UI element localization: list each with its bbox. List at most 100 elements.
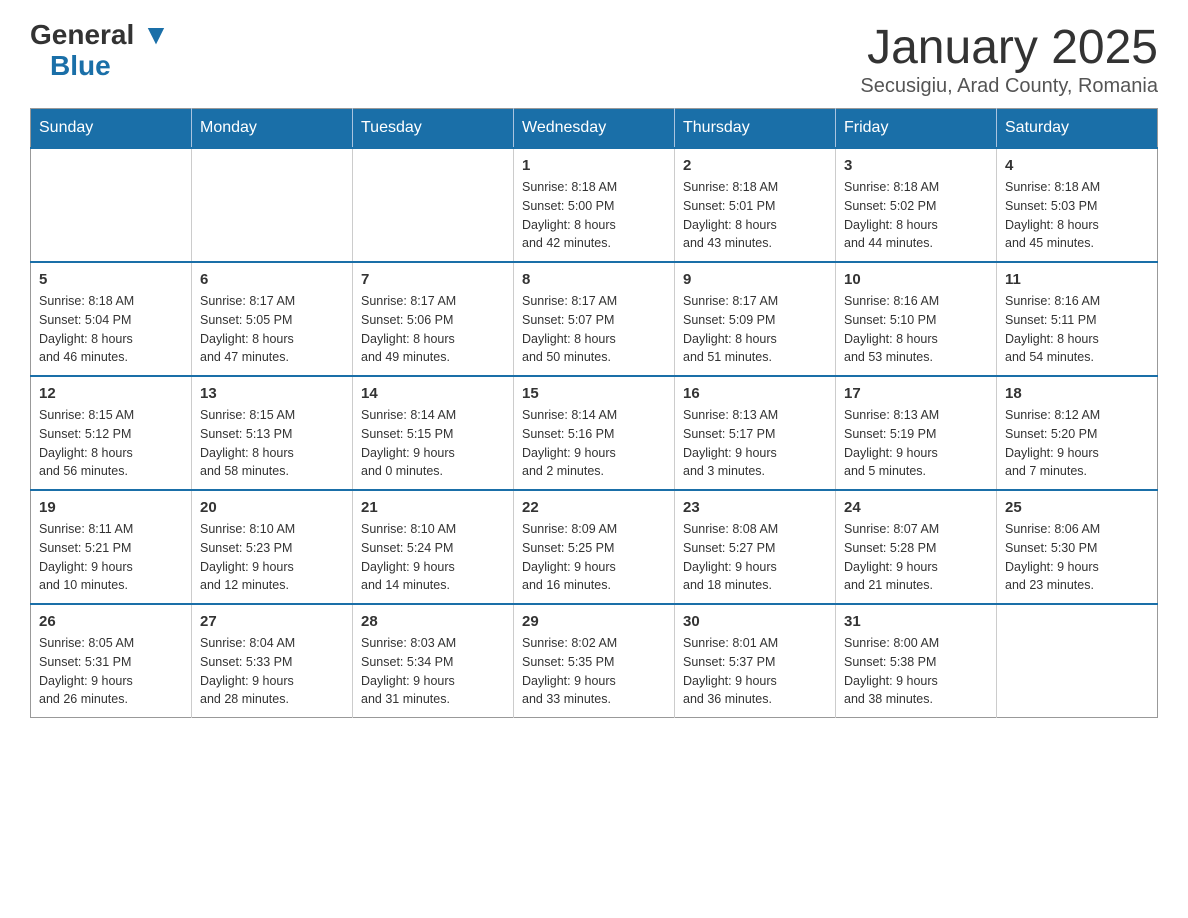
day-info: Sunrise: 8:14 AMSunset: 5:16 PMDaylight:… (522, 406, 666, 481)
cell-w1-d1 (192, 148, 353, 262)
day-number: 28 (361, 613, 505, 630)
day-number: 21 (361, 499, 505, 516)
day-info: Sunrise: 8:18 AMSunset: 5:01 PMDaylight:… (683, 178, 827, 253)
cell-w4-d2: 21 Sunrise: 8:10 AMSunset: 5:24 PMDayligh… (353, 490, 514, 604)
day-info: Sunrise: 8:18 AMSunset: 5:03 PMDaylight:… (1005, 178, 1149, 253)
cell-w4-d4: 23 Sunrise: 8:08 AMSunset: 5:27 PMDayligh… (675, 490, 836, 604)
cell-w5-d4: 30 Sunrise: 8:01 AMSunset: 5:37 PMDayligh… (675, 604, 836, 718)
day-number: 12 (39, 385, 183, 402)
header-monday: Monday (192, 109, 353, 149)
day-number: 24 (844, 499, 988, 516)
week-row-4: 19 Sunrise: 8:11 AMSunset: 5:21 PMDayligh… (31, 490, 1158, 604)
cell-w3-d4: 16 Sunrise: 8:13 AMSunset: 5:17 PMDayligh… (675, 376, 836, 490)
days-of-week-row: SundayMondayTuesdayWednesdayThursdayFrid… (31, 109, 1158, 149)
day-number: 4 (1005, 157, 1149, 174)
cell-w2-d2: 7 Sunrise: 8:17 AMSunset: 5:06 PMDaylight… (353, 262, 514, 376)
day-info: Sunrise: 8:10 AMSunset: 5:24 PMDaylight:… (361, 520, 505, 595)
day-info: Sunrise: 8:17 AMSunset: 5:05 PMDaylight:… (200, 292, 344, 367)
cell-w1-d5: 3 Sunrise: 8:18 AMSunset: 5:02 PMDaylight… (836, 148, 997, 262)
cell-w5-d5: 31 Sunrise: 8:00 AMSunset: 5:38 PMDayligh… (836, 604, 997, 718)
cell-w5-d6 (997, 604, 1158, 718)
week-row-5: 26 Sunrise: 8:05 AMSunset: 5:31 PMDayligh… (31, 604, 1158, 718)
day-info: Sunrise: 8:17 AMSunset: 5:06 PMDaylight:… (361, 292, 505, 367)
day-number: 6 (200, 271, 344, 288)
cell-w1-d3: 1Sunrise: 8:18 AMSunset: 5:00 PMDaylight… (514, 148, 675, 262)
day-number: 17 (844, 385, 988, 402)
cell-w5-d3: 29 Sunrise: 8:02 AMSunset: 5:35 PMDayligh… (514, 604, 675, 718)
cell-w5-d1: 27 Sunrise: 8:04 AMSunset: 5:33 PMDayligh… (192, 604, 353, 718)
day-number: 31 (844, 613, 988, 630)
cell-w2-d0: 5 Sunrise: 8:18 AMSunset: 5:04 PMDaylight… (31, 262, 192, 376)
cell-w2-d4: 9 Sunrise: 8:17 AMSunset: 5:09 PMDaylight… (675, 262, 836, 376)
cell-w4-d1: 20 Sunrise: 8:10 AMSunset: 5:23 PMDayligh… (192, 490, 353, 604)
day-info: Sunrise: 8:03 AMSunset: 5:34 PMDaylight:… (361, 634, 505, 709)
day-number: 11 (1005, 271, 1149, 288)
calendar-table: SundayMondayTuesdayWednesdayThursdayFrid… (30, 108, 1158, 718)
day-info: Sunrise: 8:14 AMSunset: 5:15 PMDaylight:… (361, 406, 505, 481)
header-thursday: Thursday (675, 109, 836, 149)
logo-blue-text: Blue (50, 51, 111, 82)
logo: General ▼ Blue (30, 20, 170, 82)
cell-w3-d2: 14 Sunrise: 8:14 AMSunset: 5:15 PMDayligh… (353, 376, 514, 490)
cell-w5-d0: 26 Sunrise: 8:05 AMSunset: 5:31 PMDayligh… (31, 604, 192, 718)
cell-w2-d6: 11 Sunrise: 8:16 AMSunset: 5:11 PMDayligh… (997, 262, 1158, 376)
day-info: Sunrise: 8:11 AMSunset: 5:21 PMDaylight:… (39, 520, 183, 595)
cell-w4-d3: 22Sunrise: 8:09 AMSunset: 5:25 PMDayligh… (514, 490, 675, 604)
calendar-body: 1Sunrise: 8:18 AMSunset: 5:00 PMDaylight… (31, 148, 1158, 718)
cell-w3-d6: 18 Sunrise: 8:12 AMSunset: 5:20 PMDayligh… (997, 376, 1158, 490)
cell-w3-d5: 17 Sunrise: 8:13 AMSunset: 5:19 PMDayligh… (836, 376, 997, 490)
cell-w4-d0: 19 Sunrise: 8:11 AMSunset: 5:21 PMDayligh… (31, 490, 192, 604)
header-saturday: Saturday (997, 109, 1158, 149)
day-number: 3 (844, 157, 988, 174)
cell-w3-d0: 12 Sunrise: 8:15 AMSunset: 5:12 PMDayligh… (31, 376, 192, 490)
day-info: Sunrise: 8:06 AMSunset: 5:30 PMDaylight:… (1005, 520, 1149, 595)
day-number: 9 (683, 271, 827, 288)
cell-w5-d2: 28 Sunrise: 8:03 AMSunset: 5:34 PMDayligh… (353, 604, 514, 718)
day-number: 14 (361, 385, 505, 402)
day-info: Sunrise: 8:15 AMSunset: 5:12 PMDaylight:… (39, 406, 183, 481)
day-number: 27 (200, 613, 344, 630)
cell-w4-d6: 25Sunrise: 8:06 AMSunset: 5:30 PMDayligh… (997, 490, 1158, 604)
day-number: 29 (522, 613, 666, 630)
day-number: 13 (200, 385, 344, 402)
cell-w1-d2 (353, 148, 514, 262)
day-info: Sunrise: 8:00 AMSunset: 5:38 PMDaylight:… (844, 634, 988, 709)
day-info: Sunrise: 8:18 AMSunset: 5:04 PMDaylight:… (39, 292, 183, 367)
cell-w4-d5: 24 Sunrise: 8:07 AMSunset: 5:28 PMDayligh… (836, 490, 997, 604)
day-number: 20 (200, 499, 344, 516)
cell-w1-d0 (31, 148, 192, 262)
day-info: Sunrise: 8:16 AMSunset: 5:10 PMDaylight:… (844, 292, 988, 367)
day-info: Sunrise: 8:18 AMSunset: 5:02 PMDaylight:… (844, 178, 988, 253)
day-info: Sunrise: 8:10 AMSunset: 5:23 PMDaylight:… (200, 520, 344, 595)
cell-w1-d4: 2Sunrise: 8:18 AMSunset: 5:01 PMDaylight… (675, 148, 836, 262)
day-number: 5 (39, 271, 183, 288)
logo-general-text: General ▼ (30, 20, 170, 51)
day-info: Sunrise: 8:17 AMSunset: 5:09 PMDaylight:… (683, 292, 827, 367)
day-info: Sunrise: 8:12 AMSunset: 5:20 PMDaylight:… (1005, 406, 1149, 481)
day-info: Sunrise: 8:02 AMSunset: 5:35 PMDaylight:… (522, 634, 666, 709)
day-number: 8 (522, 271, 666, 288)
day-number: 30 (683, 613, 827, 630)
title-section: January 2025 Secusigiu, Arad County, Rom… (860, 20, 1158, 98)
day-info: Sunrise: 8:05 AMSunset: 5:31 PMDaylight:… (39, 634, 183, 709)
day-info: Sunrise: 8:08 AMSunset: 5:27 PMDaylight:… (683, 520, 827, 595)
cell-w2-d5: 10Sunrise: 8:16 AMSunset: 5:10 PMDayligh… (836, 262, 997, 376)
week-row-1: 1Sunrise: 8:18 AMSunset: 5:00 PMDaylight… (31, 148, 1158, 262)
day-number: 18 (1005, 385, 1149, 402)
day-number: 26 (39, 613, 183, 630)
day-number: 23 (683, 499, 827, 516)
day-info: Sunrise: 8:01 AMSunset: 5:37 PMDaylight:… (683, 634, 827, 709)
day-number: 7 (361, 271, 505, 288)
calendar-header: SundayMondayTuesdayWednesdayThursdayFrid… (31, 109, 1158, 149)
day-info: Sunrise: 8:13 AMSunset: 5:19 PMDaylight:… (844, 406, 988, 481)
day-info: Sunrise: 8:13 AMSunset: 5:17 PMDaylight:… (683, 406, 827, 481)
day-info: Sunrise: 8:07 AMSunset: 5:28 PMDaylight:… (844, 520, 988, 595)
day-info: Sunrise: 8:16 AMSunset: 5:11 PMDaylight:… (1005, 292, 1149, 367)
day-number: 19 (39, 499, 183, 516)
day-number: 16 (683, 385, 827, 402)
day-info: Sunrise: 8:04 AMSunset: 5:33 PMDaylight:… (200, 634, 344, 709)
day-number: 1 (522, 157, 666, 174)
page-header: General ▼ Blue January 2025 Secusigiu, A… (30, 20, 1158, 98)
week-row-2: 5 Sunrise: 8:18 AMSunset: 5:04 PMDaylight… (31, 262, 1158, 376)
day-info: Sunrise: 8:17 AMSunset: 5:07 PMDaylight:… (522, 292, 666, 367)
